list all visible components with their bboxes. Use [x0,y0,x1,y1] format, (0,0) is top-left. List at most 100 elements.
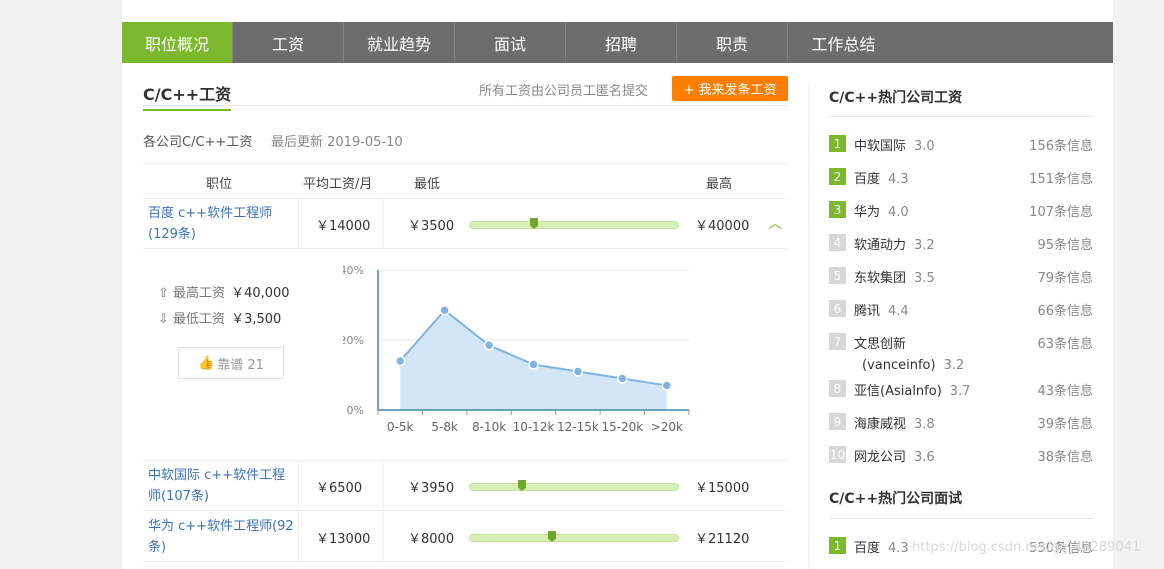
company-score: 4.0 [888,205,909,220]
x-tick-label: 8-10k [472,420,506,434]
min-salary-value: ￥3950 [408,481,455,496]
company-row: 5 东软集团 3.5 79条信息 [829,259,1093,292]
info-count[interactable]: 39条信息 [1037,413,1093,432]
last-updated: 最后更新 2019-05-10 [271,135,403,150]
salary-range-bar [469,480,679,491]
company-link[interactable]: 华为 4.0 [854,201,909,220]
company-link[interactable]: 文思创新 (vanceinfo) 3.2 [854,333,964,373]
company-link[interactable]: 东软集团 3.5 [854,267,935,286]
nav-tab[interactable]: 招聘 [566,22,677,63]
avg-salary: ￥13000 [316,532,371,547]
company-score: 4.4 [888,304,909,319]
nav-tab[interactable]: 就业趋势 [344,22,455,63]
subheader: 各公司C/C++工资 最后更新 2019-05-10 [143,131,403,150]
company-link[interactable]: 海康威视 3.8 [854,413,935,432]
info-count[interactable]: 43条信息 [1037,380,1093,399]
min-salary-value: ￥8000 [408,532,455,547]
company-link[interactable]: 亚信(Asialnfo) 3.7 [854,380,970,399]
company-row: 8 亚信(Asialnfo) 3.7 43条信息 [829,372,1093,405]
nav-tab[interactable]: 面试 [455,22,566,63]
divider [298,512,299,562]
company-link[interactable]: 软通动力 3.2 [854,234,935,253]
data-point [572,366,584,377]
x-tick-label: 0-5k [387,420,414,434]
avg-salary: ￥6500 [316,481,363,496]
info-count[interactable]: 66条信息 [1037,300,1093,319]
company-link[interactable]: 网龙公司 3.6 [854,446,935,465]
salary-range-bar [469,531,679,542]
column-header: 职位 平均工资/月 最低 最高 [143,163,788,199]
chevron-up-icon[interactable]: ︿ [768,213,782,233]
max-salary: ⇧ 最高工资 ￥40,000 [158,286,290,301]
company-link[interactable]: 百度 4.3 [854,537,909,556]
divider [383,512,384,562]
max-salary-value: ￥15000 [695,481,750,496]
company-row: 3 华为 4.0 107条信息 [829,193,1093,226]
salary-distribution-chart: 0% 20% 40% 0-5k 5-8k 8-10k 10-12k 12-15k 15-20k >… [343,264,690,434]
info-count[interactable]: 38条信息 [1037,446,1093,465]
company-score: 3.8 [914,417,935,432]
info-count[interactable]: 95条信息 [1037,234,1093,253]
info-count[interactable]: 79条信息 [1037,267,1093,286]
nav-tab[interactable]: 工作总结 [788,22,899,63]
nav-tab[interactable]: 职责 [677,22,788,63]
info-count[interactable]: 63条信息 [1037,333,1093,352]
company-row: 10 网龙公司 3.6 38条信息 [829,438,1093,471]
watermark: https://blog.csdn.net/qq_42289041 [912,540,1141,555]
company-score: 4.3 [888,541,909,556]
rank-badge: 6 [829,300,846,317]
position-link[interactable]: 百度 c++软件工程师(129条) [148,203,298,245]
nav-tab[interactable]: 工资 [233,22,344,63]
salary-range-bar [469,218,679,229]
anonymous-note: 所有工资由公司员工匿名提交 [479,84,649,99]
y-tick-label: 0% [347,404,364,417]
info-count[interactable]: 151条信息 [1029,168,1093,187]
column-divider [808,85,809,569]
info-count[interactable]: 156条信息 [1029,135,1093,154]
divider [383,461,384,511]
avg-marker [530,218,538,229]
x-tick-label: 15-20k [601,420,643,434]
like-button[interactable]: 👍 靠谱 21 [178,347,284,379]
hot-salary-title: C/C++热门公司工资 [829,90,963,106]
data-point [661,380,673,391]
company-row: 2 百度 4.3 151条信息 [829,160,1093,193]
rank-badge: 3 [829,201,846,218]
position-link[interactable]: 中软国际 c++软件工程师(107条) [148,465,298,507]
page: 职位概况 工资 就业趋势 面试 招聘 职责 工作总结 C/C++工资 所有工资由公司员工匿名… [122,0,1113,569]
data-point [483,340,495,351]
min-salary-value: ￥3500 [408,219,455,234]
company-score: 3.2 [914,238,935,253]
divider [298,461,299,511]
rank-badge: 5 [829,267,846,284]
divider [829,116,1093,117]
submit-salary-button[interactable]: + 我来发条工资 [672,76,788,101]
salary-header: C/C++工资 所有工资由公司员工匿名提交 + 我来发条工资 [143,63,788,111]
position-link[interactable]: 华为 c++软件工程师(92条) [148,516,298,558]
company-score: 4.3 [888,172,909,187]
rank-badge: 9 [829,413,846,430]
nav-tab[interactable]: 职位概况 [122,22,233,63]
rank-badge: 4 [829,234,846,251]
data-point [617,373,628,384]
section-title: C/C++工资 [143,81,232,111]
company-score: 3.7 [949,384,971,399]
company-row: 1 中软国际 3.0 156条信息 [829,127,1093,160]
thumbs-up-icon: 👍 [198,355,215,371]
max-salary-value: ￥21120 [695,532,750,547]
col-avg: 平均工资/月 [303,177,373,192]
rank-badge: 2 [829,168,846,185]
company-link[interactable]: 百度 4.3 [854,168,909,187]
info-count[interactable]: 107条信息 [1029,201,1093,220]
x-tick-label: 12-15k [557,420,599,434]
rank-badge: 1 [829,135,846,152]
salary-panel: C/C++工资 所有工资由公司员工匿名提交 + 我来发条工资 各公司C/C++工… [143,63,788,562]
company-link[interactable]: 中软国际 3.0 [854,135,935,154]
company-link[interactable]: 腾讯 4.4 [854,300,909,319]
company-row: 4 软通动力 3.2 95条信息 [829,226,1093,259]
data-point [439,305,450,316]
salary-detail: ⇧ 最高工资 ￥40,000 ⇩ 最低工资 ￥3,500 👍 靠谱 21 0% 20%… [143,250,788,461]
col-position: 职位 [206,177,233,192]
col-min: 最低 [414,177,441,192]
divider [829,518,1093,519]
